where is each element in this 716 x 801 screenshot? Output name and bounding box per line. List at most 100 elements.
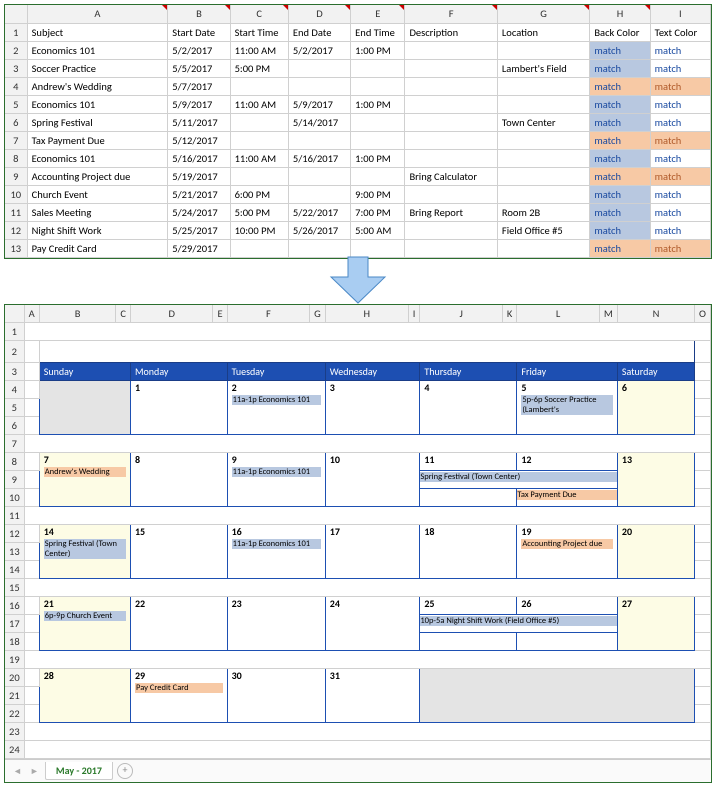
col-D[interactable]: D xyxy=(288,5,350,23)
cell-textcolor[interactable]: match xyxy=(650,203,710,221)
cell[interactable]: Economics 101 xyxy=(27,41,168,59)
cell[interactable]: 5/16/2017 xyxy=(288,149,350,167)
cell[interactable] xyxy=(405,77,497,95)
cal-day[interactable]: 20 xyxy=(617,525,694,579)
row-head[interactable]: 17 xyxy=(5,615,24,633)
cell[interactable] xyxy=(351,59,405,77)
cell[interactable]: 5/26/2017 xyxy=(288,221,350,239)
col[interactable]: A xyxy=(24,305,39,323)
cell[interactable]: Economics 101 xyxy=(27,95,168,113)
cell[interactable]: Start Date xyxy=(168,23,230,41)
cell[interactable] xyxy=(230,167,288,185)
row-head[interactable]: 10 xyxy=(5,185,27,203)
row-head[interactable]: 22 xyxy=(5,705,24,723)
event-chip[interactable]: 11a-1p Economics 101 xyxy=(232,395,321,405)
cell[interactable]: Description xyxy=(405,23,497,41)
cal-day-blank[interactable] xyxy=(39,381,130,435)
cell-backcolor[interactable]: match xyxy=(590,149,650,167)
row-head[interactable]: 21 xyxy=(5,687,24,705)
event-chip[interactable]: Accounting Project due xyxy=(521,539,613,549)
cal-day[interactable]: 23 xyxy=(227,597,325,651)
row-head[interactable]: 8 xyxy=(5,453,24,471)
row-head[interactable]: 2 xyxy=(5,41,27,59)
row-head[interactable]: 5 xyxy=(5,95,27,113)
row-head[interactable]: 23 xyxy=(5,723,24,741)
cell[interactable] xyxy=(405,185,497,203)
col-B[interactable]: B xyxy=(168,5,230,23)
cell-textcolor[interactable]: match xyxy=(650,185,710,203)
cell[interactable] xyxy=(288,185,350,203)
cal-day[interactable]: 15 xyxy=(130,525,227,579)
row-head[interactable]: 13 xyxy=(5,543,24,561)
table-row[interactable]: 10Church Event5/21/20176:00 PM9:00 PMmat… xyxy=(5,185,711,203)
cal-day[interactable]: 55p-6p Soccer Practice (Lambert's xyxy=(517,381,618,435)
table-row[interactable]: 12Night Shift Work5/25/201710:00 PM5/26/… xyxy=(5,221,711,239)
cell[interactable]: 9:00 PM xyxy=(351,185,405,203)
cal-day[interactable]: 4 xyxy=(420,381,517,435)
cell[interactable] xyxy=(405,59,497,77)
cell-textcolor[interactable]: match xyxy=(650,41,710,59)
tab-prev-icon[interactable]: ◄ xyxy=(11,766,24,777)
row-head[interactable]: 8 xyxy=(5,149,27,167)
row-head[interactable]: 3 xyxy=(5,59,27,77)
cal-day[interactable]: 12 xyxy=(517,453,618,471)
cell[interactable] xyxy=(351,167,405,185)
row-head[interactable]: 14 xyxy=(5,561,24,579)
cal-day[interactable]: 6 xyxy=(617,381,694,435)
row-head[interactable]: 1 xyxy=(5,323,24,341)
cal-day[interactable]: 18 xyxy=(420,525,517,579)
cell[interactable]: 5/12/2017 xyxy=(168,131,230,149)
table-row[interactable]: 8Economics 1015/16/201711:00 AM5/16/2017… xyxy=(5,149,711,167)
col[interactable]: J xyxy=(420,305,503,323)
cell[interactable]: Church Event xyxy=(27,185,168,203)
cell[interactable] xyxy=(497,77,589,95)
cell[interactable]: Spring Festival xyxy=(27,113,168,131)
cell[interactable] xyxy=(351,113,405,131)
calendar-grid[interactable]: A B C D E F G H I J K L M N O 1 2 May 20… xyxy=(5,305,711,760)
row-head[interactable]: 9 xyxy=(5,471,24,489)
cell[interactable]: Andrew's Wedding xyxy=(27,77,168,95)
cell[interactable]: 5/21/2017 xyxy=(168,185,230,203)
cell[interactable]: 5/19/2017 xyxy=(168,167,230,185)
cal-day[interactable]: 13 xyxy=(617,453,694,507)
cell[interactable] xyxy=(230,131,288,149)
data-grid[interactable]: A B C D E F G H I 1 Subject Start Date S… xyxy=(5,5,711,258)
row-head[interactable]: 18 xyxy=(5,633,24,651)
col[interactable]: N xyxy=(617,305,694,323)
col-A[interactable]: A xyxy=(27,5,168,23)
cell[interactable] xyxy=(497,95,589,113)
col-E[interactable]: E xyxy=(351,5,405,23)
cell[interactable] xyxy=(288,77,350,95)
event-chip[interactable]: 5p-6p Soccer Practice (Lambert's xyxy=(521,395,613,415)
cell[interactable]: 1:00 PM xyxy=(351,41,405,59)
row-head[interactable]: 20 xyxy=(5,669,24,687)
cell-textcolor[interactable]: match xyxy=(650,113,710,131)
cell[interactable]: 5:00 AM xyxy=(351,221,405,239)
cell[interactable] xyxy=(288,131,350,149)
cell[interactable]: Subject xyxy=(27,23,168,41)
select-all-corner[interactable] xyxy=(5,305,24,323)
cell-textcolor[interactable]: match xyxy=(650,95,710,113)
cell[interactable]: 5/25/2017 xyxy=(168,221,230,239)
event-chip-span[interactable]: Spring Festival (Town Center) xyxy=(420,472,618,482)
sheet-tab-active[interactable]: May - 2017 xyxy=(45,762,113,780)
cell[interactable]: Accounting Project due xyxy=(27,167,168,185)
cell[interactable] xyxy=(497,167,589,185)
cell-backcolor[interactable]: match xyxy=(590,167,650,185)
cal-day[interactable]: 25 xyxy=(420,597,517,615)
cell[interactable]: Text Color xyxy=(650,23,710,41)
cell[interactable]: Room 2B xyxy=(497,203,589,221)
cal-day[interactable]: 3 xyxy=(325,381,420,435)
cell[interactable]: Back Color xyxy=(590,23,650,41)
cell[interactable]: Soccer Practice xyxy=(27,59,168,77)
row-head[interactable]: 11 xyxy=(5,203,27,221)
table-row[interactable]: 2Economics 1015/2/201711:00 AM5/2/20171:… xyxy=(5,41,711,59)
cal-day[interactable]: 211a-1p Economics 101 xyxy=(227,381,325,435)
row-head[interactable]: 15 xyxy=(5,579,24,597)
cell-backcolor[interactable]: match xyxy=(590,221,650,239)
cell[interactable]: Economics 101 xyxy=(27,149,168,167)
cell-backcolor[interactable]: match xyxy=(590,59,650,77)
col[interactable]: B xyxy=(39,305,116,323)
cell[interactable]: 5/9/2017 xyxy=(168,95,230,113)
cell[interactable]: Sales Meeting xyxy=(27,203,168,221)
